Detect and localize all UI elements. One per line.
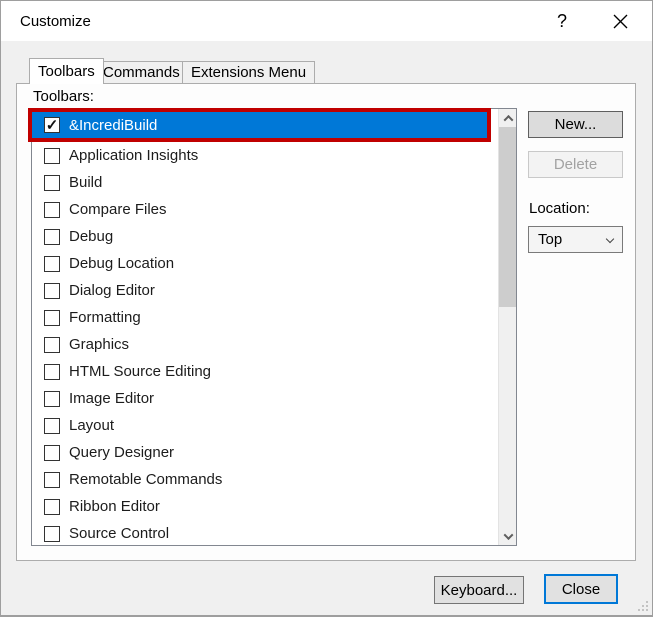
- delete-button[interactable]: Delete: [528, 151, 623, 178]
- tab-commands[interactable]: Commands: [94, 61, 189, 83]
- checkbox-unchecked-icon[interactable]: [44, 445, 60, 461]
- toolbar-row[interactable]: HTML Source Editing: [32, 358, 498, 385]
- help-icon[interactable]: ?: [540, 1, 584, 41]
- checkbox-unchecked-icon[interactable]: [44, 499, 60, 515]
- toolbar-row[interactable]: Build: [32, 169, 498, 196]
- checkbox-unchecked-icon[interactable]: [44, 256, 60, 272]
- location-label: Location:: [529, 200, 590, 217]
- checkbox-unchecked-icon[interactable]: [44, 472, 60, 488]
- checkbox-unchecked-icon[interactable]: [44, 526, 60, 542]
- toolbar-item-label: Ribbon Editor: [69, 498, 160, 515]
- checkbox-unchecked-icon[interactable]: [44, 418, 60, 434]
- checkbox-unchecked-icon[interactable]: [44, 283, 60, 299]
- scroll-down-icon[interactable]: [499, 527, 517, 545]
- toolbar-item-label: Image Editor: [69, 390, 154, 407]
- tab-toolbars[interactable]: Toolbars: [29, 58, 104, 84]
- customize-dialog: Customize ? Toolbars Commands Extensions…: [0, 0, 653, 617]
- toolbar-row[interactable]: ✓ &IncrediBuild: [32, 112, 487, 138]
- toolbar-row[interactable]: Source Control: [32, 520, 498, 547]
- toolbar-item-label: Remotable Commands: [69, 471, 222, 488]
- checkbox-unchecked-icon[interactable]: [44, 310, 60, 326]
- checkbox-unchecked-icon[interactable]: [44, 202, 60, 218]
- window-title: Customize: [20, 13, 91, 30]
- toolbar-item-label: HTML Source Editing: [69, 363, 211, 380]
- toolbar-item-label: Graphics: [69, 336, 129, 353]
- checkbox-unchecked-icon[interactable]: [44, 337, 60, 353]
- keyboard-button[interactable]: Keyboard...: [434, 576, 524, 604]
- toolbar-item-label: Application Insights: [69, 147, 198, 164]
- toolbar-row[interactable]: Remotable Commands: [32, 466, 498, 493]
- checkbox-unchecked-icon[interactable]: [44, 391, 60, 407]
- close-button[interactable]: Close: [544, 574, 618, 604]
- toolbar-row[interactable]: Image Editor: [32, 385, 498, 412]
- toolbar-row[interactable]: Query Designer: [32, 439, 498, 466]
- toolbar-item-label: Query Designer: [69, 444, 174, 461]
- checkbox-unchecked-icon[interactable]: [44, 229, 60, 245]
- close-icon[interactable]: [598, 1, 642, 41]
- toolbar-row[interactable]: Debug Location: [32, 250, 498, 277]
- location-dropdown[interactable]: Top: [528, 226, 623, 253]
- chevron-down-icon: [606, 235, 614, 243]
- scrollbar[interactable]: [498, 109, 516, 545]
- scrollbar-thumb[interactable]: [499, 127, 516, 307]
- toolbar-item-label: Compare Files: [69, 201, 167, 218]
- toolbar-row[interactable]: Graphics: [32, 331, 498, 358]
- annotation-highlight-box: ✓ &IncrediBuild: [28, 108, 491, 142]
- scroll-up-icon[interactable]: [499, 109, 517, 127]
- location-value: Top: [538, 231, 562, 248]
- toolbar-item-label: Build: [69, 174, 102, 191]
- toolbar-item-label: Debug Location: [69, 255, 174, 272]
- toolbar-item-label: Source Control: [69, 525, 169, 542]
- toolbar-item-label: Formatting: [69, 309, 141, 326]
- new-button[interactable]: New...: [528, 111, 623, 138]
- toolbars-list-label: Toolbars:: [33, 88, 94, 105]
- toolbar-item-label: &IncrediBuild: [69, 117, 157, 134]
- toolbar-row[interactable]: Formatting: [32, 304, 498, 331]
- toolbar-row[interactable]: Compare Files: [32, 196, 498, 223]
- toolbar-list: ✓ &IncrediBuild Application Insights Build C…: [32, 109, 498, 545]
- toolbar-item-label: Debug: [69, 228, 113, 245]
- checkbox-unchecked-icon[interactable]: [44, 364, 60, 380]
- toolbar-row[interactable]: Debug: [32, 223, 498, 250]
- toolbar-row[interactable]: Ribbon Editor: [32, 493, 498, 520]
- checkbox-checked-icon[interactable]: ✓: [44, 117, 60, 133]
- toolbar-row[interactable]: Layout: [32, 412, 498, 439]
- toolbar-row[interactable]: Dialog Editor: [32, 277, 498, 304]
- toolbar-row[interactable]: Application Insights: [32, 142, 498, 169]
- toolbar-item-label: Dialog Editor: [69, 282, 155, 299]
- resize-grip-icon[interactable]: [636, 599, 648, 611]
- toolbar-item-label: Layout: [69, 417, 114, 434]
- checkbox-unchecked-icon[interactable]: [44, 175, 60, 191]
- checkbox-unchecked-icon[interactable]: [44, 148, 60, 164]
- close-x-glyph: [613, 14, 628, 29]
- tab-extensions-menu[interactable]: Extensions Menu: [182, 61, 315, 83]
- toolbars-listbox[interactable]: ✓ &IncrediBuild Application Insights Build C…: [31, 108, 517, 546]
